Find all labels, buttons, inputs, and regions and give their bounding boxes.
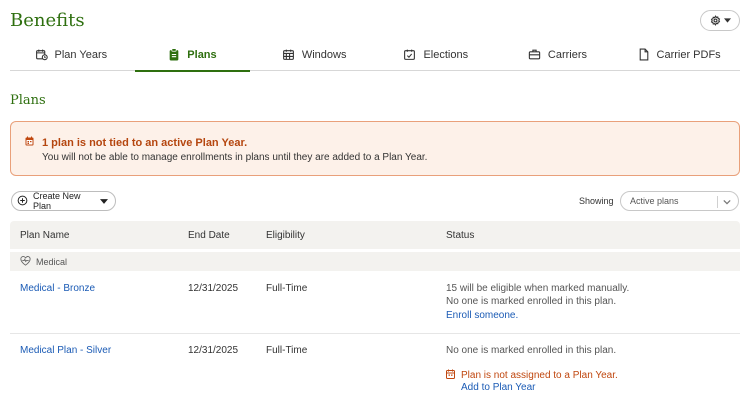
plan-name-link[interactable]: Medical - Bronze: [20, 283, 95, 294]
briefcase-icon: [528, 48, 541, 61]
settings-menu-button[interactable]: [700, 10, 740, 31]
section-title: Plans: [10, 93, 46, 108]
clipboard-icon: [168, 48, 180, 61]
create-new-plan-button[interactable]: Create New Plan: [11, 191, 116, 211]
chevron-down-icon: [723, 18, 731, 23]
calendar-check-icon: [403, 48, 416, 61]
heart-pulse-icon: [20, 255, 31, 268]
tab-label: Carrier PDFs: [656, 48, 721, 61]
end-date: 12/31/2025: [188, 345, 239, 356]
alert-body: You will not be able to manage enrollmen…: [42, 152, 428, 163]
warning-text: Plan is not assigned to a Plan Year.: [461, 370, 618, 381]
column-header-status[interactable]: Status: [446, 230, 474, 241]
calendar-clock-icon: [35, 48, 48, 61]
tab-windows[interactable]: Windows: [253, 38, 375, 71]
eligibility: Full-Time: [266, 345, 308, 356]
status-text: No one is marked enrolled in this plan.: [446, 296, 617, 307]
group-label: Medical: [36, 256, 68, 267]
plan-filter-value: Active plans: [630, 196, 679, 206]
tab-label: Carriers: [547, 48, 588, 61]
alert-title: 1 plan is not tied to an active Plan Yea…: [42, 136, 248, 149]
tab-bar: Plan Years Plans Windows Elections Carri…: [10, 38, 740, 72]
gear-icon: [710, 15, 721, 26]
tab-carriers[interactable]: Carriers: [497, 38, 619, 71]
plus-circle-icon: [17, 195, 28, 208]
showing-label: Showing: [579, 196, 614, 206]
page-title: Benefits: [10, 10, 85, 31]
tab-label: Plan Years: [54, 48, 108, 61]
column-header-plan-name[interactable]: Plan Name: [20, 230, 69, 241]
end-date: 12/31/2025: [188, 283, 239, 294]
column-header-eligibility[interactable]: Eligibility: [266, 230, 305, 241]
warning-banner: 1 plan is not tied to an active Plan Yea…: [10, 121, 740, 176]
status-text: 15 will be eligible when marked manually…: [446, 283, 630, 294]
group-row-medical: Medical: [10, 252, 740, 271]
column-header-end-date[interactable]: End Date: [188, 230, 230, 241]
eligibility: Full-Time: [266, 283, 308, 294]
tab-label: Windows: [301, 48, 347, 61]
tab-plans[interactable]: Plans: [132, 38, 254, 72]
table-header: Plan Name End Date Eligibility Status: [10, 221, 740, 249]
calendar-warning-icon: [25, 136, 34, 149]
calendar-grid-icon: [282, 48, 295, 61]
tab-carrier-pdfs[interactable]: Carrier PDFs: [618, 38, 740, 71]
create-new-plan-label: Create New Plan: [33, 191, 81, 211]
document-icon: [638, 48, 650, 61]
tab-label: Elections: [423, 48, 469, 61]
plan-year-warning: Plan is not assigned to a Plan Year.: [446, 369, 618, 382]
tab-plan-years[interactable]: Plan Years: [10, 38, 132, 71]
add-to-plan-year-link[interactable]: Add to Plan Year: [461, 382, 536, 393]
select-divider: [717, 196, 718, 208]
enroll-someone-link[interactable]: Enroll someone.: [446, 310, 518, 321]
chevron-down-icon: [100, 196, 108, 206]
plan-name-link[interactable]: Medical Plan - Silver: [20, 345, 111, 356]
status-text: No one is marked enrolled in this plan.: [446, 345, 617, 356]
chevron-down-icon: [723, 198, 731, 208]
tab-label: Plans: [187, 48, 217, 61]
row-divider: [10, 333, 740, 334]
calendar-warning-icon: [446, 369, 455, 382]
tab-elections[interactable]: Elections: [375, 38, 497, 71]
plan-filter-select[interactable]: Active plans: [620, 191, 739, 211]
